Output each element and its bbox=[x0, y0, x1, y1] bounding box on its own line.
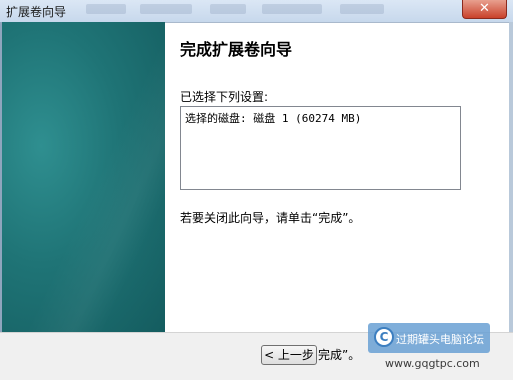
window-left-border bbox=[0, 22, 2, 379]
close-button[interactable]: ✕ bbox=[462, 0, 507, 19]
settings-line-disk: 选择的磁盘: 磁盘 1 (60274 MB) bbox=[185, 112, 362, 125]
watermark-site-name: 过期罐头电脑论坛 bbox=[396, 333, 484, 346]
window-right-border bbox=[509, 22, 513, 379]
title-bar-blur bbox=[262, 4, 322, 14]
finish-button-fragment[interactable]: 完成”。 bbox=[318, 346, 360, 363]
finish-hint-text: 若要关闭此向导，请单击“完成”。 bbox=[180, 211, 361, 225]
title-bar-blur bbox=[340, 4, 384, 14]
settings-summary-box[interactable]: 选择的磁盘: 磁盘 1 (60274 MB) bbox=[180, 106, 461, 190]
side-panel-stripe bbox=[0, 22, 165, 332]
back-button[interactable]: < 上一步 bbox=[261, 345, 317, 365]
watermark-logo-icon: C bbox=[374, 327, 394, 347]
watermark-url: www.gqgtpc.com bbox=[385, 357, 480, 370]
title-bar-blur bbox=[86, 4, 126, 14]
extend-volume-wizard-window: 扩展卷向导 ✕ 完成扩展卷向导 已选择下列设置: 选择的磁盘: 磁盘 1 (60… bbox=[0, 0, 513, 380]
title-bar: 扩展卷向导 ✕ bbox=[0, 0, 513, 23]
close-icon: ✕ bbox=[479, 1, 490, 16]
title-bar-blur bbox=[210, 4, 246, 14]
settings-label: 已选择下列设置: bbox=[180, 90, 269, 104]
window-title: 扩展卷向导 bbox=[6, 5, 67, 19]
title-bar-blur bbox=[140, 4, 192, 14]
wizard-heading: 完成扩展卷向导 bbox=[180, 40, 293, 59]
